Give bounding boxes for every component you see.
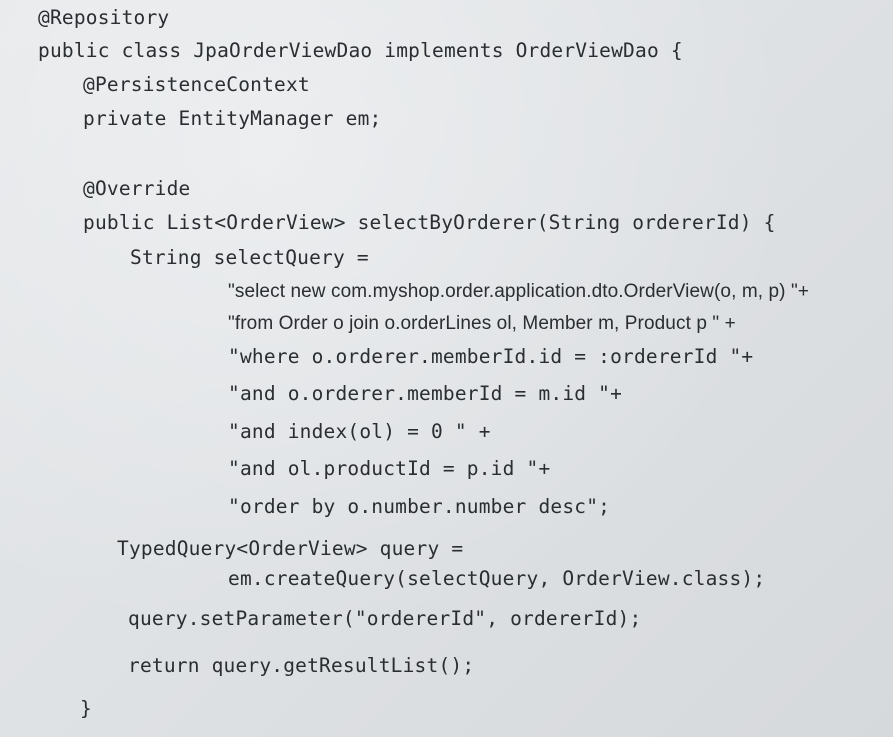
code-line-6: public List<OrderView> selectByOrderer(S… [83,211,776,234]
code-line-18: return query.getResultList(); [128,654,475,677]
code-line-19: } [80,697,92,720]
code-line-10: "where o.orderer.memberId.id = :ordererI… [228,345,754,368]
code-line-5: @Override [83,177,191,200]
code-line-3: @PersistenceContext [83,73,310,96]
code-line-11: "and o.orderer.memberId = m.id "+ [228,382,623,405]
code-line-15: TypedQuery<OrderView> query = [117,537,464,560]
code-line-1: @Repository [38,6,170,29]
code-listing: @Repository public class JpaOrderViewDao… [0,0,893,737]
code-line-13: "and ol.productId = p.id "+ [228,457,551,480]
code-line-16: em.createQuery(selectQuery, OrderView.cl… [228,567,766,590]
code-line-17: query.setParameter("ordererId", ordererI… [128,607,642,630]
code-line-4: private EntityManager em; [83,107,382,130]
code-line-12: "and index(ol) = 0 " + [228,420,491,443]
code-line-2: public class JpaOrderViewDao implements … [38,39,683,62]
code-line-8: "select new com.myshop.order.application… [228,281,810,302]
code-line-9: "from Order o join o.orderLines ol, Memb… [228,313,736,334]
code-line-14: "order by o.number.number desc"; [228,495,611,518]
code-line-7: String selectQuery = [130,246,369,269]
